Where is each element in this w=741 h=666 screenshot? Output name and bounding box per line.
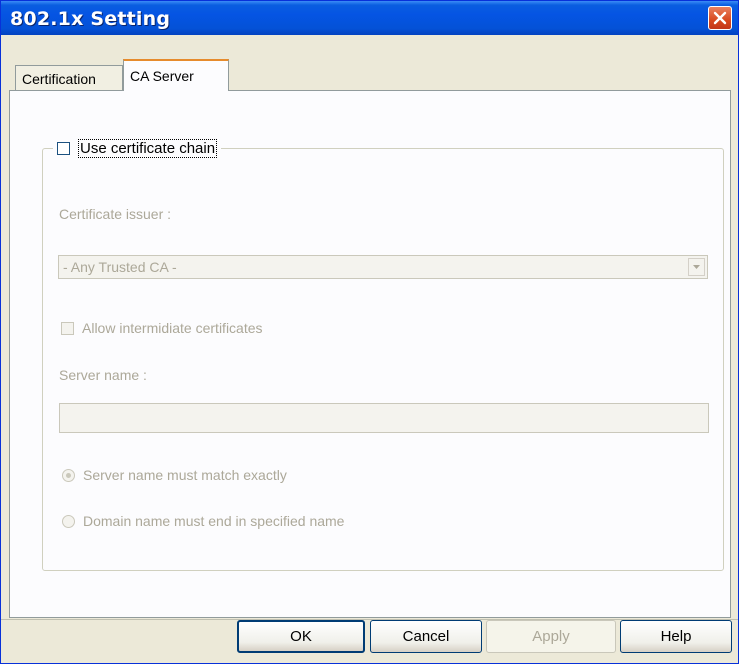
match-domain-label[interactable]: Domain name must end in specified name	[83, 513, 344, 529]
chevron-down-icon	[693, 265, 700, 269]
tab-certification[interactable]: Certification	[15, 65, 123, 91]
title-bar[interactable]: 802.1x Setting	[1, 1, 738, 35]
certificate-issuer-label: Certificate issuer :	[59, 206, 172, 222]
match-exact-radio[interactable]	[62, 468, 75, 482]
close-button[interactable]	[708, 6, 732, 30]
tab-panel-ca-server: Use certificate chain Certificate issuer…	[9, 90, 731, 618]
tab-strip: Certification CA Server	[9, 59, 731, 91]
close-icon	[713, 11, 727, 25]
certificate-chain-group: Use certificate chain Certificate issuer…	[42, 139, 724, 571]
match-exact-row[interactable]: Server name must match exactly	[62, 467, 287, 483]
use-certificate-chain-checkbox[interactable]	[57, 142, 70, 155]
server-name-label: Server name :	[59, 367, 147, 383]
tab-ca-server[interactable]: CA Server	[123, 59, 229, 91]
certificate-issuer-select[interactable]: - Any Trusted CA -	[58, 255, 708, 279]
allow-intermediate-label[interactable]: Allow intermidiate certificates	[82, 320, 263, 336]
ok-button[interactable]: OK	[237, 620, 365, 653]
cancel-button[interactable]: Cancel	[370, 620, 482, 653]
window-title: 802.1x Setting	[10, 8, 171, 30]
allow-intermediate-checkbox[interactable]	[61, 321, 74, 335]
match-exact-label[interactable]: Server name must match exactly	[83, 467, 287, 483]
use-certificate-chain-row[interactable]: Use certificate chain	[53, 139, 222, 158]
apply-button[interactable]: Apply	[486, 620, 616, 653]
server-name-input[interactable]	[59, 403, 709, 433]
use-certificate-chain-label[interactable]: Use certificate chain	[78, 139, 218, 158]
certificate-issuer-value: - Any Trusted CA -	[63, 259, 177, 275]
allow-intermediate-row[interactable]: Allow intermidiate certificates	[61, 320, 263, 336]
match-domain-radio[interactable]	[62, 514, 75, 528]
dialog-window: 802.1x Setting Certification CA Server U…	[0, 0, 739, 664]
dropdown-arrow-button[interactable]	[688, 258, 705, 276]
match-domain-row[interactable]: Domain name must end in specified name	[62, 513, 344, 529]
help-button[interactable]: Help	[620, 620, 732, 653]
